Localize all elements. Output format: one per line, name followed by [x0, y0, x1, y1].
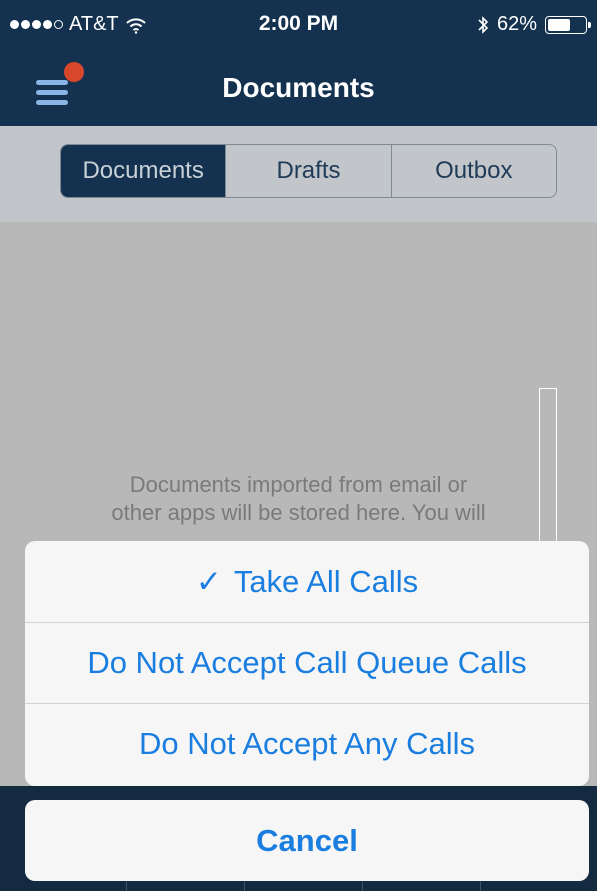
status-bar: AT&T 2:00 PM 62%: [0, 0, 597, 52]
option-label: Do Not Accept Call Queue Calls: [87, 645, 527, 680]
action-sheet: ✓ Take All Calls Do Not Accept Call Queu…: [25, 541, 589, 786]
cancel-label: Cancel: [256, 822, 358, 858]
checkmark-icon: ✓: [195, 563, 222, 599]
option-label: Do Not Accept Any Calls: [139, 726, 475, 761]
status-right: 62%: [477, 13, 591, 36]
option-take-all-calls[interactable]: ✓ Take All Calls: [25, 541, 589, 622]
battery-icon: [545, 15, 591, 34]
option-no-call-queue-calls[interactable]: Do Not Accept Call Queue Calls: [25, 622, 589, 703]
segmented-control: Documents Drafts Outbox: [60, 144, 557, 198]
bluetooth-icon: [478, 15, 489, 34]
empty-message-line-1: Documents imported from email or: [129, 472, 468, 497]
segment-bar: Documents Drafts Outbox: [0, 126, 597, 222]
option-no-calls[interactable]: Do Not Accept Any Calls: [25, 703, 589, 784]
navigation-bar: Documents: [0, 52, 597, 126]
page-title: Documents: [222, 72, 375, 103]
empty-message-line-2: other apps will be stored here. You will: [111, 500, 486, 525]
segment-documents[interactable]: Documents: [61, 145, 226, 197]
segment-drafts[interactable]: Drafts: [225, 145, 390, 197]
empty-state-message: Documents imported from email or other a…: [60, 471, 537, 527]
option-label: Take All Calls: [233, 563, 419, 599]
segment-outbox[interactable]: Outbox: [390, 145, 556, 197]
battery-percent: 62%: [496, 13, 537, 35]
battery-fill: [548, 18, 570, 31]
cancel-button[interactable]: Cancel: [25, 800, 589, 881]
